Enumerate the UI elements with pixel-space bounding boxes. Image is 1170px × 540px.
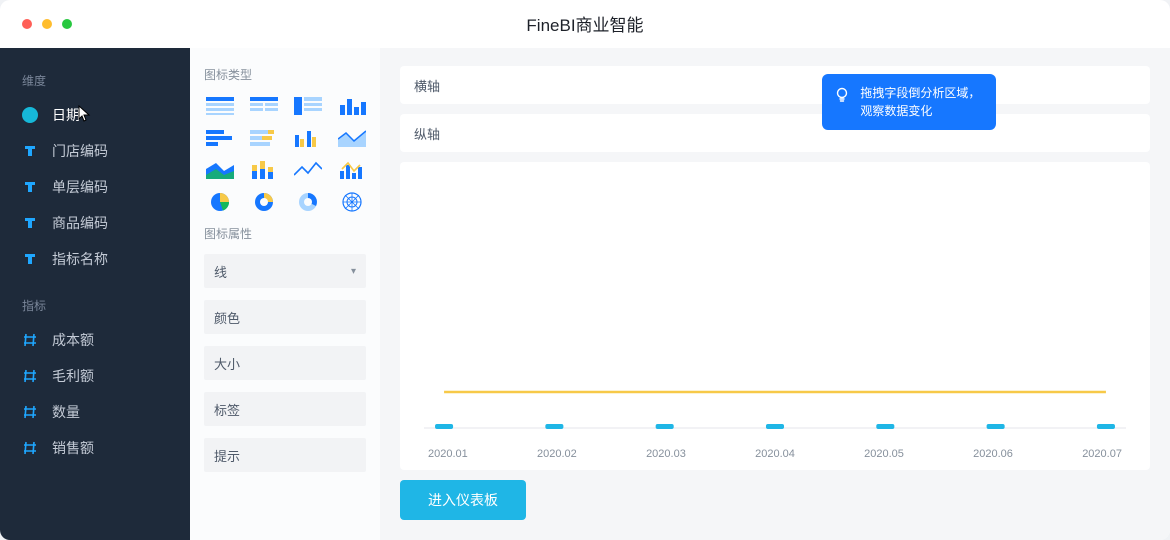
- dimension-label: 指标名称: [52, 249, 108, 269]
- hint-bubble: 拖拽字段倒分析区域， 观察数据变化: [822, 74, 996, 130]
- measure-item-profit[interactable]: 毛利额: [0, 358, 190, 394]
- dimensions-heading: 维度: [0, 66, 190, 97]
- x-axis-label: 横轴: [414, 76, 440, 95]
- main-canvas: 横轴 纵轴 拖拽字段倒分析区域， 观察数据变化 2020.012020.0220…: [380, 48, 1170, 540]
- measure-label: 数量: [52, 402, 80, 422]
- chart-type-column-icon[interactable]: [336, 95, 368, 117]
- attr-type-value: 线: [214, 262, 227, 281]
- chart-type-donut-icon[interactable]: [248, 191, 280, 213]
- chart-type-stacked-icon[interactable]: [248, 159, 280, 181]
- hash-icon: [22, 368, 38, 384]
- app-title: FineBI商业智能: [0, 11, 1170, 36]
- chart-type-table2-icon[interactable]: [248, 95, 280, 117]
- hash-icon: [22, 332, 38, 348]
- close-icon[interactable]: [22, 19, 32, 29]
- enter-dashboard-button[interactable]: 进入仪表板: [400, 480, 526, 520]
- x-tick-label: 2020.02: [537, 448, 577, 460]
- chart-type-pie-icon[interactable]: [204, 191, 236, 213]
- x-tick-label: 2020.03: [646, 448, 686, 460]
- chart-attr-heading: 图标属性: [204, 225, 366, 242]
- attr-color-row[interactable]: 颜色: [204, 300, 366, 334]
- dimension-label: 门店编码: [52, 141, 108, 161]
- config-panel: 图标类型 图标属性 线: [190, 48, 380, 540]
- measure-label: 毛利额: [52, 366, 94, 386]
- dimension-label: 商品编码: [52, 213, 108, 233]
- measure-label: 成本额: [52, 330, 94, 350]
- attr-type-select[interactable]: 线 ▾: [204, 254, 366, 288]
- dimension-item-product-code[interactable]: 商品编码: [0, 205, 190, 241]
- chart-type-grid: [204, 95, 366, 213]
- y-axis-label: 纵轴: [414, 124, 440, 143]
- x-tick-label: 2020.04: [755, 448, 795, 460]
- mouse-cursor-icon: [78, 105, 92, 126]
- hash-icon: [22, 404, 38, 420]
- chart-type-radar-icon[interactable]: [336, 191, 368, 213]
- app-window: FineBI商业智能 维度 日期 门店编码: [0, 0, 1170, 540]
- dimension-label: 单层编码: [52, 177, 108, 197]
- x-tick-label: 2020.07: [1082, 448, 1122, 460]
- maximize-icon[interactable]: [62, 19, 72, 29]
- x-axis-ticks: 2020.01 2020.02 2020.03 2020.04 2020.05 2020.…: [424, 442, 1126, 462]
- measure-label: 销售额: [52, 438, 94, 458]
- attr-tooltip-row[interactable]: 提示: [204, 438, 366, 472]
- chevron-down-icon: ▾: [351, 266, 356, 277]
- text-icon: [22, 215, 38, 231]
- chart-type-barh-icon[interactable]: [204, 127, 236, 149]
- window-controls: [0, 19, 72, 29]
- chart-type-donut2-icon[interactable]: [292, 191, 324, 213]
- chart-type-table3-icon[interactable]: [292, 95, 324, 117]
- attr-label-row[interactable]: 标签: [204, 392, 366, 426]
- measure-item-sales[interactable]: 销售额: [0, 430, 190, 466]
- measures-heading: 指标: [0, 291, 190, 322]
- dimension-label: 日期: [52, 105, 80, 125]
- x-tick-label: 2020.06: [973, 448, 1013, 460]
- app-body: 维度 日期 门店编码 单层编码: [0, 48, 1170, 540]
- minimize-icon[interactable]: [42, 19, 52, 29]
- dimension-item-metric-name[interactable]: 指标名称: [0, 241, 190, 277]
- x-tick-label: 2020.01: [428, 448, 468, 460]
- titlebar: FineBI商业智能: [0, 0, 1170, 48]
- hash-icon: [22, 440, 38, 456]
- attr-size-row[interactable]: 大小: [204, 346, 366, 380]
- chart-type-bargroup-icon[interactable]: [292, 127, 324, 149]
- x-tick-label: 2020.05: [864, 448, 904, 460]
- chart-type-table-icon[interactable]: [204, 95, 236, 117]
- hint-line2: 观察数据变化: [860, 102, 980, 120]
- measure-item-cost[interactable]: 成本额: [0, 322, 190, 358]
- chart-type-heading: 图标类型: [204, 66, 366, 83]
- dimension-item-level-code[interactable]: 单层编码: [0, 169, 190, 205]
- chart-type-line-icon[interactable]: [292, 159, 324, 181]
- chart-preview: 2020.01 2020.02 2020.03 2020.04 2020.05 2020.…: [400, 162, 1150, 470]
- y-axis-dropzone[interactable]: 纵轴: [400, 114, 1150, 152]
- hint-line1: 拖拽字段倒分析区域，: [860, 84, 980, 102]
- sidebar: 维度 日期 门店编码 单层编码: [0, 48, 190, 540]
- lightbulb-icon: [834, 86, 850, 107]
- measure-item-quantity[interactable]: 数量: [0, 394, 190, 430]
- dimension-item-store-code[interactable]: 门店编码: [0, 133, 190, 169]
- chart-type-barh2-icon[interactable]: [248, 127, 280, 149]
- chart-type-linedots-icon[interactable]: [336, 159, 368, 181]
- x-axis-dropzone[interactable]: 横轴: [400, 66, 1150, 104]
- clock-icon: [22, 107, 38, 123]
- text-icon: [22, 179, 38, 195]
- chart-type-area-icon[interactable]: [336, 127, 368, 149]
- chart-type-areafill-icon[interactable]: [204, 159, 236, 181]
- chart-svg: [424, 372, 1126, 442]
- text-icon: [22, 251, 38, 267]
- text-icon: [22, 143, 38, 159]
- dimension-item-date[interactable]: 日期: [0, 97, 190, 133]
